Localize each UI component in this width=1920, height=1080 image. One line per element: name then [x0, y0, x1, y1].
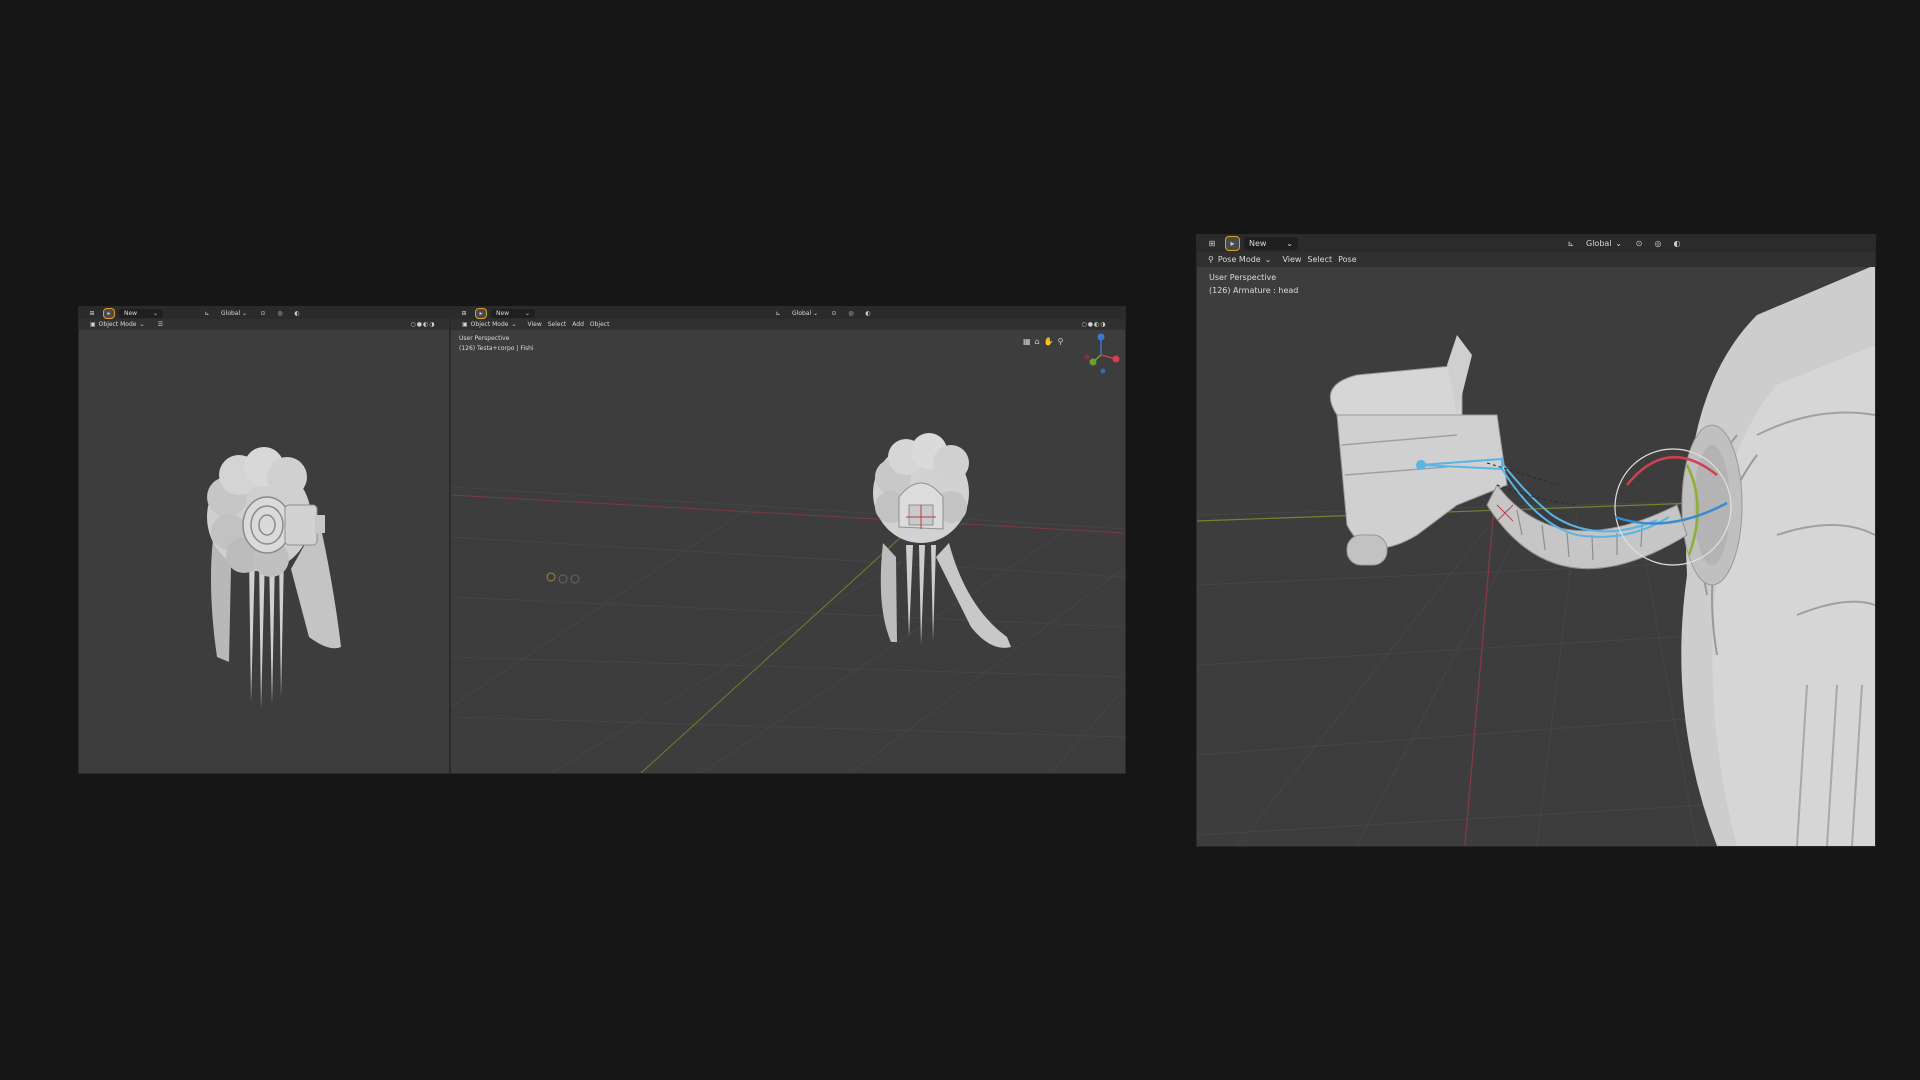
left-viewport-scene	[207, 447, 341, 709]
viewport-overlay-perspective: User Perspective	[1209, 273, 1277, 282]
left-viewport-toolbar: ⊞ ▸ New ⌄ ⊾ Global ⌄ ⊙ ◎ ◐	[79, 307, 449, 319]
orientation-icon: ⊾	[775, 309, 781, 317]
center-model	[873, 433, 1011, 648]
pivot-icon[interactable]: ⊙	[257, 309, 269, 318]
slot-dropdown-label: New	[1249, 239, 1267, 248]
viewport-overlay-perspective: User Perspective	[459, 335, 510, 342]
grid-icon[interactable]: ▦	[1023, 337, 1031, 346]
editor-type-icon[interactable]: ⊞	[1203, 237, 1221, 250]
slot-dropdown-label: New	[496, 309, 510, 317]
chevron-down-icon: ⌄	[1615, 239, 1622, 248]
mode-dropdown[interactable]: ▣ Object Mode ⌄	[457, 320, 522, 329]
chevron-down-icon: ⌄	[241, 309, 247, 317]
object-mode-icon: ▣	[462, 321, 468, 328]
left-model	[207, 447, 341, 709]
pose-mode-icon: ⚲	[1208, 255, 1214, 264]
viewport-shading-icon[interactable]: ○●◐◑	[403, 320, 443, 329]
select-tool-icon[interactable]: ▸	[103, 307, 115, 319]
left-viewport[interactable]: ⊞ ▸ New ⌄ ⊾ Global ⌄ ⊙ ◎ ◐ ▣ Object Mode ⌄ ☰…	[78, 306, 450, 774]
viewport-overlay-object-info: (126) Testa+corpo | Fishi	[459, 345, 534, 352]
orientation-dropdown-label: Global	[792, 309, 812, 317]
pivot-icon[interactable]: ⊙	[828, 309, 840, 318]
menu-select[interactable]: Select	[1307, 255, 1332, 264]
menu-pose[interactable]: Pose	[1338, 255, 1357, 264]
snap-icon[interactable]: ◎	[274, 309, 286, 318]
right-model-body	[1681, 265, 1875, 846]
menu-select[interactable]: Select	[548, 321, 567, 328]
object-mode-icon: ▣	[90, 321, 96, 328]
chevron-down-icon: ⌄	[152, 309, 158, 317]
pivot-icon[interactable]: ⊙	[1632, 237, 1646, 250]
chevron-down-icon: ⌄	[139, 321, 145, 328]
y-axis-line	[640, 536, 902, 773]
right-viewport-modebar: ⚲ Pose Mode ⌄ View Select Pose	[1197, 252, 1875, 267]
mode-dropdown-label: Pose Mode	[1217, 255, 1261, 264]
chevron-down-icon: ⌄	[524, 309, 530, 317]
slot-dropdown[interactable]: New ⌄	[119, 308, 163, 318]
right-viewport[interactable]: ⊞ ▸ New ⌄ ⊾ Global ⌄ ⊙ ◎ ◐ ⚲ Pose Mode ⌄ Vie…	[1196, 234, 1876, 847]
menu-icon[interactable]: ☰	[156, 320, 166, 329]
camera-object	[546, 572, 580, 584]
slot-dropdown[interactable]: New ⌄	[491, 308, 535, 318]
right-viewport-toolbar: ⊞ ▸ New ⌄ ⊾ Global ⌄ ⊙ ◎ ◐	[1197, 235, 1875, 252]
center-grid	[451, 486, 1125, 773]
x-axis-line	[451, 494, 1125, 534]
chevron-down-icon: ⌄	[812, 309, 818, 317]
proportional-icon[interactable]: ◐	[291, 309, 303, 318]
menu-object[interactable]: Object	[590, 321, 610, 328]
center-viewport-scene	[451, 333, 1125, 773]
center-viewport-toolbar: ⊞ ▸ New ⌄ ⊾ Global ⌄ ⊙ ◎ ◐	[451, 307, 1125, 319]
editor-type-icon[interactable]: ⊞	[85, 309, 99, 318]
mode-dropdown[interactable]: ⚲ Pose Mode ⌄	[1203, 254, 1276, 266]
menu-add[interactable]: Add	[572, 321, 584, 328]
orientation-dropdown[interactable]: Global ⌄	[787, 309, 823, 318]
orientation-icon: ⊾	[204, 309, 210, 317]
orientation-dropdown[interactable]: Global ⌄	[216, 309, 252, 318]
right-viewport-scene	[1197, 265, 1875, 846]
hand-icon[interactable]: ✋	[1044, 337, 1054, 346]
mode-dropdown[interactable]: ▣ Object Mode ⌄	[85, 320, 150, 329]
proportional-icon[interactable]: ◐	[862, 309, 874, 318]
mode-dropdown-label: Object Mode	[98, 321, 137, 328]
menu-view[interactable]: View	[1282, 255, 1301, 264]
left-viewport-modebar: ▣ Object Mode ⌄ ☰ ○●◐◑	[79, 319, 449, 330]
slot-dropdown-label: New	[124, 309, 138, 317]
viewport-nav-buttons: ▦ ⌂ ✋ ⚲	[1023, 337, 1063, 346]
slot-dropdown[interactable]: New ⌄	[1244, 237, 1298, 250]
select-tool-icon[interactable]: ▸	[475, 307, 487, 319]
right-model-head	[1329, 335, 1688, 570]
navigation-gizmo-icon[interactable]	[1084, 333, 1120, 374]
orientation-icon: ⊾	[1567, 239, 1575, 248]
zoom-icon[interactable]: ⚲	[1058, 337, 1064, 346]
center-viewport[interactable]: ⊞ ▸ New ⌄ ⊾ Global ⌄ ⊙ ◎ ◐ ▣ Object Mode ⌄ V…	[450, 306, 1126, 774]
chevron-down-icon: ⌄	[511, 321, 517, 328]
menu-view[interactable]: View	[528, 321, 542, 328]
orientation-dropdown[interactable]: Global ⌄	[1581, 237, 1627, 250]
snap-icon[interactable]: ◎	[845, 309, 857, 318]
editor-type-icon[interactable]: ⊞	[457, 309, 471, 318]
chevron-down-icon: ⌄	[1286, 239, 1293, 248]
select-tool-icon[interactable]: ▸	[1225, 236, 1240, 251]
viewport-shading-icon[interactable]: ○●◐◑	[1069, 320, 1119, 329]
snap-icon[interactable]: ◎	[1651, 237, 1665, 250]
center-viewport-modebar: ▣ Object Mode ⌄ View Select Add Object ○●◐…	[451, 319, 1125, 330]
camera-icon[interactable]: ⌂	[1035, 337, 1040, 346]
chevron-down-icon: ⌄	[1264, 255, 1272, 264]
x-axis-line	[1464, 494, 1496, 846]
viewport-overlay-object-info: (126) Armature : head	[1209, 286, 1299, 295]
orientation-dropdown-label: Global	[1586, 239, 1612, 248]
orientation-dropdown-label: Global	[221, 309, 241, 317]
mode-dropdown-label: Object Mode	[470, 321, 509, 328]
proportional-icon[interactable]: ◐	[1670, 237, 1684, 250]
